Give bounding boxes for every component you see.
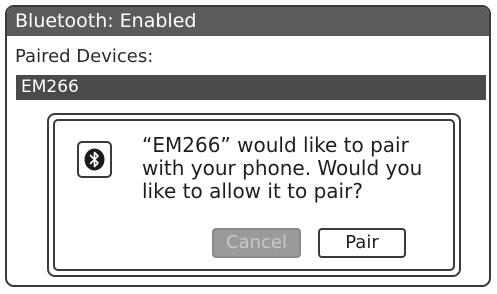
bluetooth-icon [77,141,112,178]
paired-devices-label: Paired Devices: [15,46,154,67]
bluetooth-icon-glyph [84,148,105,171]
dialog-frame: “EM266” would like to pair with your pho… [53,119,455,271]
cancel-button[interactable]: Cancel [212,228,301,258]
pair-request-dialog: “EM266” would like to pair with your pho… [47,113,461,277]
pair-request-message: “EM266” would like to pair with your pho… [142,133,423,203]
phone-screen: Bluetooth: Enabled Paired Devices: EM266… [5,5,491,287]
pair-button[interactable]: Pair [318,228,406,258]
list-item-em266[interactable]: EM266 [16,75,486,100]
title-bar: Bluetooth: Enabled [7,7,489,36]
